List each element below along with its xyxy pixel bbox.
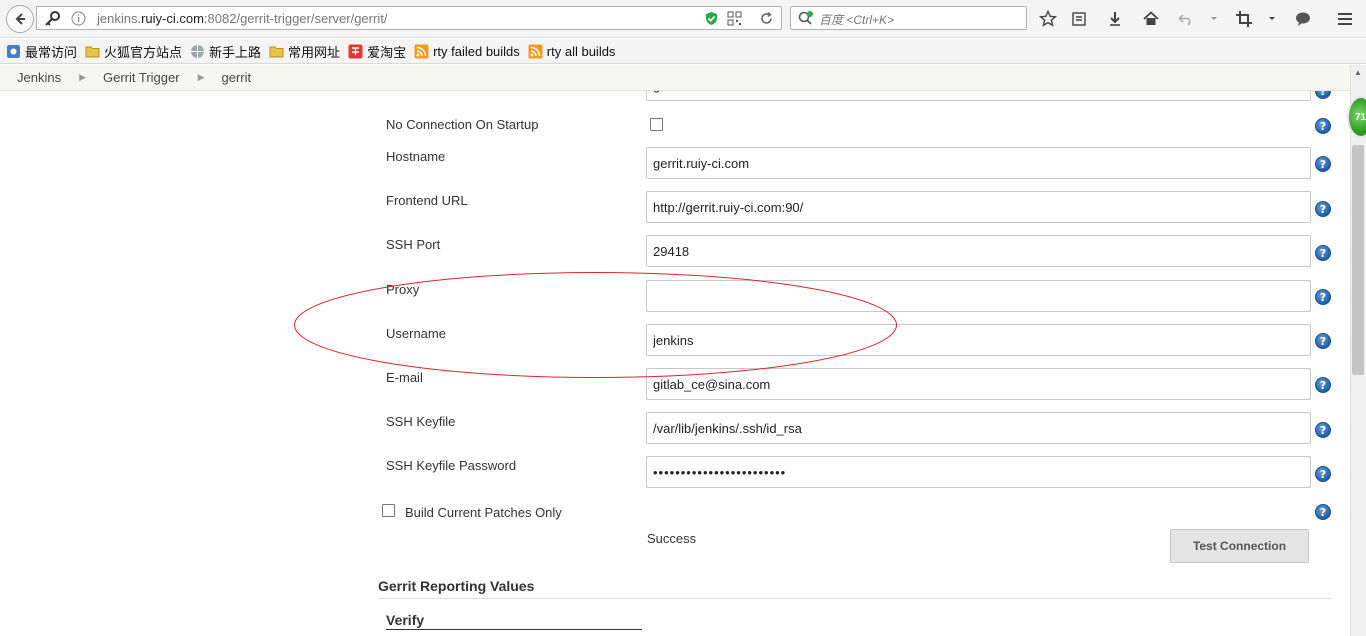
rss-icon bbox=[528, 44, 543, 58]
bookmark-taobao[interactable]: 爱淘宝 bbox=[348, 42, 406, 61]
help-icon[interactable]: ? bbox=[1315, 156, 1331, 172]
no-connection-checkbox[interactable] bbox=[650, 118, 663, 131]
help-icon[interactable]: ? bbox=[1315, 504, 1331, 520]
reporting-section-title: Gerrit Reporting Values bbox=[378, 578, 535, 594]
breadcrumb-jenkins[interactable]: Jenkins bbox=[17, 70, 61, 85]
ssh-keyfile-password-label: SSH Keyfile Password bbox=[386, 458, 517, 473]
verify-title: Verify bbox=[386, 612, 425, 628]
verify-underline bbox=[386, 629, 642, 630]
bookmark-rty-all-builds[interactable]: rty all builds bbox=[528, 44, 615, 59]
chat-bubble-icon[interactable] bbox=[1292, 8, 1314, 30]
arrow-left-icon bbox=[15, 13, 25, 25]
gear-icon bbox=[7, 44, 20, 58]
ssh-keyfile-field[interactable] bbox=[646, 412, 1311, 444]
help-icon[interactable]: ? bbox=[1315, 245, 1331, 261]
download-icon[interactable] bbox=[1104, 8, 1126, 30]
ssh-keyfile-label: SSH Keyfile bbox=[386, 414, 456, 429]
reading-list-icon[interactable] bbox=[1068, 8, 1090, 30]
frontend-url-label: Frontend URL bbox=[386, 193, 468, 208]
no-connection-label: No Connection On Startup bbox=[386, 117, 539, 132]
key-icon bbox=[45, 11, 60, 26]
bookmark-most-visited[interactable]: 最常访问 bbox=[6, 42, 77, 61]
help-icon[interactable]: ? bbox=[1315, 289, 1331, 305]
back-button[interactable] bbox=[6, 5, 34, 33]
build-current-patches-checkbox[interactable] bbox=[382, 504, 395, 517]
home-icon[interactable] bbox=[1140, 8, 1162, 30]
chevron-right-icon: ▶ bbox=[79, 72, 86, 82]
frontend-url-field[interactable] bbox=[646, 191, 1311, 223]
hostname-label: Hostname bbox=[386, 149, 446, 164]
ssh-port-label: SSH Port bbox=[386, 237, 441, 252]
help-icon[interactable]: ? bbox=[1315, 466, 1331, 482]
breadcrumb-gerrit[interactable]: gerrit bbox=[222, 70, 252, 85]
bookmark-star-icon[interactable] bbox=[1037, 8, 1059, 30]
search-bar[interactable]: 百度 <Ctrl+K> bbox=[790, 6, 1027, 30]
folder-icon bbox=[85, 46, 100, 57]
ssh-port-field[interactable] bbox=[646, 235, 1311, 267]
bookmark-firefox-site[interactable]: 火狐官方站点 bbox=[85, 42, 182, 61]
chevron-down-icon[interactable] bbox=[1261, 8, 1283, 30]
breadcrumb-gerrit-trigger[interactable]: Gerrit Trigger bbox=[103, 70, 180, 85]
reload-icon[interactable] bbox=[759, 11, 774, 26]
crop-icon[interactable] bbox=[1233, 8, 1255, 30]
search-icon bbox=[798, 11, 813, 25]
globe-icon bbox=[191, 44, 205, 58]
build-current-patches-label: Build Current Patches Only bbox=[405, 505, 562, 520]
annotation-ellipse bbox=[294, 272, 897, 378]
chevron-down-icon[interactable] bbox=[1203, 8, 1225, 30]
qr-code-icon[interactable] bbox=[727, 11, 742, 26]
rss-icon bbox=[414, 44, 429, 58]
server-config-form: ? No Connection On Startup ? Hostname ? … bbox=[0, 91, 1350, 636]
taobao-icon bbox=[348, 44, 363, 58]
hostname-field[interactable] bbox=[646, 147, 1311, 179]
scroll-up-icon[interactable]: ▲ bbox=[1353, 68, 1363, 78]
folder-icon bbox=[269, 46, 284, 57]
url-bar[interactable]: jenkins.ruiy-ci.com:8082/gerrit-trigger/… bbox=[36, 6, 782, 30]
section-divider bbox=[378, 598, 1331, 599]
server-name-field[interactable] bbox=[646, 91, 1311, 101]
help-icon[interactable]: ? bbox=[1315, 422, 1331, 438]
ssh-keyfile-password-field[interactable] bbox=[646, 456, 1311, 488]
search-placeholder: 百度 <Ctrl+K> bbox=[819, 13, 895, 27]
help-icon[interactable]: ? bbox=[1315, 333, 1331, 349]
help-icon[interactable]: ? bbox=[1315, 201, 1331, 217]
menu-icon[interactable] bbox=[1334, 8, 1356, 30]
help-icon[interactable]: ? bbox=[1315, 91, 1331, 99]
undo-icon[interactable] bbox=[1175, 8, 1197, 30]
bookmark-rty-failed-builds[interactable]: rty failed builds bbox=[414, 44, 520, 59]
chevron-right-icon: ▶ bbox=[197, 72, 205, 82]
scrollbar-thumb[interactable] bbox=[1352, 145, 1364, 375]
bookmark-common-sites[interactable]: 常用网址 bbox=[269, 42, 340, 61]
info-icon[interactable] bbox=[71, 11, 86, 26]
bookmark-getting-started[interactable]: 新手上路 bbox=[190, 42, 261, 61]
help-icon[interactable]: ? bbox=[1315, 377, 1331, 393]
test-connection-button[interactable]: Test Connection bbox=[1170, 529, 1309, 563]
breadcrumb: Jenkins ▶ Gerrit Trigger ▶ gerrit bbox=[0, 65, 1366, 91]
bookmarks-bar: 最常访问 火狐官方站点 新手上路 常用网址 爱淘宝 rty failed bui… bbox=[0, 39, 1366, 64]
shield-icon[interactable] bbox=[704, 11, 719, 26]
url-text[interactable]: jenkins.ruiy-ci.com:8082/gerrit-trigger/… bbox=[97, 11, 387, 26]
browser-toolbar: jenkins.ruiy-ci.com:8082/gerrit-trigger/… bbox=[0, 0, 1366, 38]
help-icon[interactable]: ? bbox=[1315, 118, 1331, 134]
connection-status: Success bbox=[647, 531, 697, 546]
